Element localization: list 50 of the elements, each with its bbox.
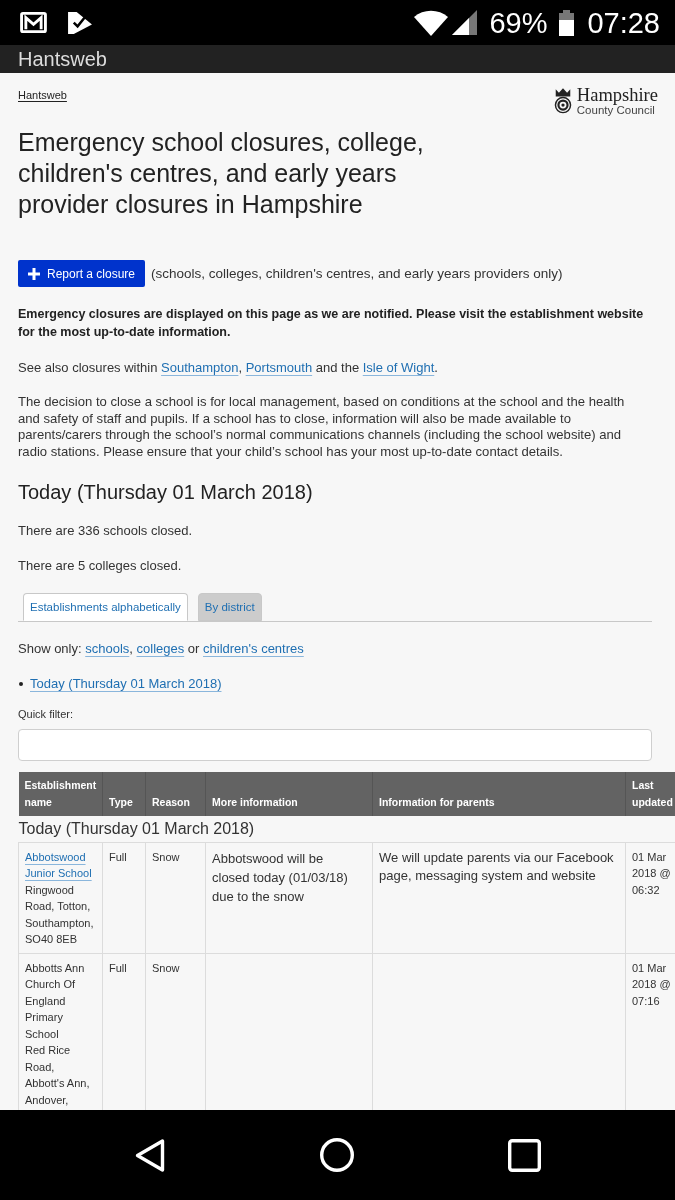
clock-time: 07:28 xyxy=(587,5,660,40)
column-header: Last updated xyxy=(625,771,675,816)
date-link[interactable]: Today (Thursday 01 March 2018) xyxy=(30,674,222,693)
recents-icon[interactable] xyxy=(508,1138,541,1172)
school-address: Ringwood Road, Totton, Southampton, SO40 8EB xyxy=(25,882,95,948)
column-header: More information xyxy=(205,771,373,816)
plus-icon xyxy=(28,267,40,280)
crest-icon xyxy=(552,88,573,114)
app-title: Hantsweb xyxy=(18,47,107,71)
notice-text: Emergency closures are displayed on this page as we are notified. Please visit the establishment website for the most up-to-date information. xyxy=(18,306,645,341)
type-cell: Full xyxy=(102,842,146,954)
report-note: (schools, colleges, children's centres, and early years providers only) xyxy=(151,266,563,281)
report-closure-button[interactable]: Report a closure xyxy=(18,260,146,287)
column-header: Reason xyxy=(145,771,206,816)
back-icon[interactable] xyxy=(135,1137,165,1173)
column-header: Information for parents xyxy=(372,771,626,816)
school-address: Red Rice Road, Abbott's Ann, Andover, xyxy=(25,1043,91,1108)
closure-count-text: There are 5 colleges closed. xyxy=(18,556,183,574)
reason-cell: Snow xyxy=(145,842,206,954)
filter-link[interactable]: colleges xyxy=(136,640,185,656)
page-title: Emergency school closures, college, children's centres, and early years provider closures in Hampshire xyxy=(18,127,425,220)
tab[interactable]: Establishments alphabetically xyxy=(23,592,188,621)
bullet-icon xyxy=(19,681,23,686)
column-header: Establishment name xyxy=(18,771,103,816)
see-also-text: See also closures within Southampton, Portsmouth and the Isle of Wight. xyxy=(18,359,439,376)
parent-info-cell: We will update parents via our Facebook page, messaging system and website xyxy=(372,842,626,954)
school-name: Abbotts Ann Church Of England Primary School xyxy=(25,960,86,1042)
more-info-cell: Abbotswood will be closed today (01/03/18) due to the snow xyxy=(205,842,373,954)
column-header: Type xyxy=(102,771,146,816)
home-icon[interactable] xyxy=(320,1138,354,1172)
battery-percent: 69% xyxy=(489,5,548,40)
school-name-link[interactable]: Abbotswood Junior School xyxy=(25,848,96,882)
battery-icon xyxy=(559,9,575,36)
section-heading: Today (Thursday 01 March 2018) xyxy=(18,479,314,504)
area-link[interactable]: Portsmouth xyxy=(245,360,313,375)
tab[interactable]: By district xyxy=(197,592,262,621)
logo-subtitle: County Council xyxy=(576,104,655,117)
show-only-text: Show only: schools, colleges or children's centres xyxy=(18,639,305,657)
mail-icon xyxy=(20,12,47,33)
filter-link[interactable]: children's centres xyxy=(203,640,304,656)
logo-title: Hampshire xyxy=(576,87,658,104)
check-tag-icon xyxy=(68,11,92,34)
closure-count-text: There are 336 schools closed. xyxy=(18,521,194,539)
breadcrumb-link[interactable]: Hantsweb xyxy=(18,88,67,102)
wifi-icon xyxy=(414,9,449,36)
quick-filter-label: Quick filter: xyxy=(18,706,74,721)
signal-icon xyxy=(452,10,478,35)
group-heading: Today (Thursday 01 March 2018) xyxy=(18,815,675,843)
quick-filter-input[interactable] xyxy=(18,728,652,761)
decision-text: The decision to close a school is for local management, based on conditions at the school and the health and safety of staff and pupils. If a school has to close, information will also be made available to parents/carers through the school’s normal communications channels (including the school website) and radio stations. Please ensure that your child’s school has your most up-to-date contact details. xyxy=(18,394,626,461)
